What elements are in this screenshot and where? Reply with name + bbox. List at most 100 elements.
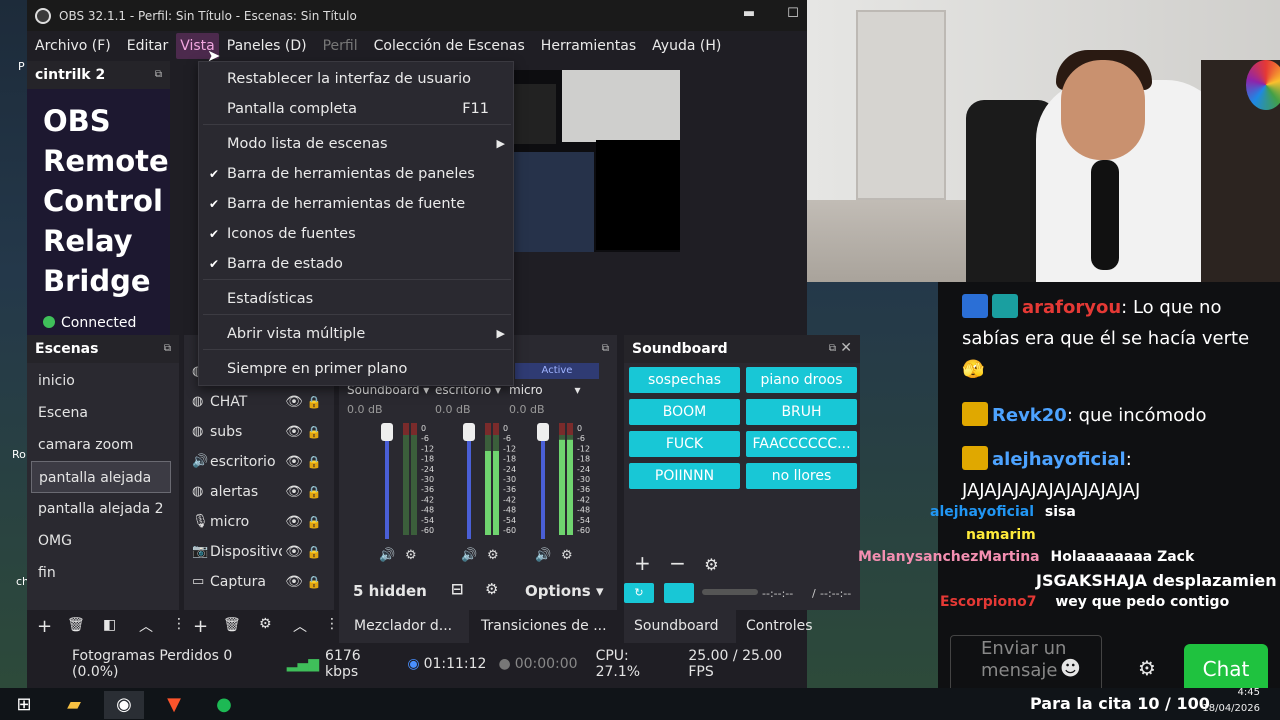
source-item[interactable]: ▭ Captura 👁 🔒	[192, 567, 332, 597]
undock-icon[interactable]: ⧉	[602, 343, 609, 354]
menu-ayuda[interactable]: Ayuda (H)	[644, 38, 729, 54]
add-icon[interactable]: +	[634, 551, 651, 575]
lock-icon[interactable]: 🔒	[306, 567, 322, 597]
gear-icon[interactable]: ⚙	[259, 616, 272, 632]
sound-button[interactable]: BRUH	[746, 399, 857, 425]
remove-icon[interactable]: −	[669, 551, 686, 575]
sound-button[interactable]: BOOM	[629, 399, 740, 425]
more-icon[interactable]: ⋮	[325, 616, 339, 632]
sound-button[interactable]: FAACCCCCC...	[746, 431, 857, 457]
menu-paneles[interactable]: Paneles (D)	[219, 38, 315, 54]
sound-button[interactable]: POIINNN	[629, 463, 740, 489]
add-scene-icon[interactable]: +	[37, 616, 52, 637]
desktop-icon[interactable]: Ro	[12, 448, 26, 461]
refresh-icon[interactable]: ↻	[624, 583, 654, 603]
scene-item[interactable]: fin	[31, 557, 171, 589]
speaker-icon[interactable]: 🔊	[461, 546, 477, 563]
volume-fader[interactable]	[541, 427, 545, 539]
menu-item[interactable]: Restablecer la interfaz de usuario	[199, 64, 515, 94]
gear-icon[interactable]: ⚙	[487, 548, 499, 563]
menu-perfil[interactable]: Perfil	[315, 38, 366, 54]
undock-icon[interactable]: ⧉	[155, 69, 162, 80]
settings-icon[interactable]: ⚙	[485, 580, 498, 598]
more-icon[interactable]: ⋮	[172, 616, 186, 632]
lock-icon[interactable]: 🔒	[306, 387, 322, 417]
lock-icon[interactable]: 🔒	[306, 417, 322, 447]
menu-item[interactable]: Siempre en primer plano	[199, 354, 515, 384]
undock-icon[interactable]: ⧉	[164, 343, 171, 354]
eye-icon[interactable]: 👁	[282, 567, 306, 597]
menu-item[interactable]: Estadísticas	[199, 284, 515, 314]
preview-canvas[interactable]	[486, 70, 680, 252]
scene-item[interactable]: pantalla alejada 2	[31, 493, 171, 525]
obs-taskbar-icon[interactable]: ◉	[104, 691, 144, 719]
sound-button[interactable]: piano droos	[746, 367, 857, 393]
source-item[interactable]: ◍ subs 👁 🔒	[192, 417, 332, 447]
menu-item[interactable]: ✔ Barra de estado	[199, 249, 515, 279]
menu-item[interactable]: Pantalla completa F11	[199, 94, 515, 124]
add-source-icon[interactable]: +	[193, 616, 208, 637]
emoji-icon[interactable]: ☻	[1060, 656, 1081, 680]
scene-item[interactable]: pantalla alejada	[31, 461, 171, 493]
chevron-up-icon[interactable]: ︿	[139, 616, 153, 636]
eye-icon[interactable]: 👁	[282, 417, 306, 447]
file-explorer-icon[interactable]: ▰	[54, 691, 94, 719]
scene-item[interactable]: camara zoom	[31, 429, 171, 461]
chat-send-button[interactable]: Chat	[1184, 644, 1268, 688]
scene-item[interactable]: Escena	[31, 397, 171, 429]
gear-icon[interactable]: ⚙	[405, 548, 417, 563]
seek-slider[interactable]	[702, 589, 758, 595]
tab-soundboard[interactable]: Soundboard	[624, 610, 736, 643]
chevron-up-icon[interactable]: ︿	[293, 616, 307, 636]
menu-item[interactable]: Modo lista de escenas ▶	[199, 129, 515, 159]
lock-icon[interactable]: 🔒	[306, 507, 322, 537]
eye-icon[interactable]: 👁	[282, 477, 306, 507]
tab-controles[interactable]: Controles	[738, 610, 818, 643]
gear-icon[interactable]: ⚙	[704, 555, 718, 574]
filter-icon[interactable]: ◧	[103, 617, 116, 633]
sound-button[interactable]: no llores	[746, 463, 857, 489]
source-item[interactable]: 🔊 escritorio 👁 🔒	[192, 447, 332, 477]
source-item[interactable]: ◍ CHAT 👁 🔒	[192, 387, 332, 417]
sound-button[interactable]: sospechas	[629, 367, 740, 393]
brave-icon[interactable]: ▼	[154, 691, 194, 719]
stop-icon[interactable]	[664, 583, 694, 603]
menu-item[interactable]: ✔ Barra de herramientas de paneles	[199, 159, 515, 189]
sound-button[interactable]: FUCK	[629, 431, 740, 457]
gear-icon[interactable]: ⚙	[1138, 656, 1156, 680]
eye-icon[interactable]: 👁	[282, 447, 306, 477]
menu-item[interactable]: Abrir vista múltiple ▶	[199, 319, 515, 349]
options-button[interactable]: Options ▾	[525, 582, 603, 600]
eye-icon[interactable]: 👁	[282, 537, 306, 567]
desktop-icon[interactable]: P	[18, 60, 25, 73]
windows-start-icon[interactable]: ⊞	[4, 691, 44, 719]
speaker-icon[interactable]: 🔊	[535, 546, 551, 563]
tab-mezclador[interactable]: Mezclador d...	[339, 610, 469, 643]
lock-icon[interactable]: 🔒	[306, 537, 322, 567]
lock-icon[interactable]: 🔒	[306, 447, 322, 477]
menu-archivo[interactable]: Archivo (F)	[27, 38, 119, 54]
tab-transiciones[interactable]: Transiciones de ...	[471, 610, 611, 643]
menu-herramientas[interactable]: Herramientas	[533, 38, 644, 54]
source-item[interactable]: 📷 Dispositivo 👁 🔒	[192, 537, 332, 567]
fader-handle[interactable]	[381, 423, 393, 441]
source-item[interactable]: 🎙 micro 👁 🔒	[192, 507, 332, 537]
fader-handle[interactable]	[463, 423, 475, 441]
trash-icon[interactable]: 🗑	[67, 617, 85, 633]
scene-item[interactable]: OMG	[31, 525, 171, 557]
layout-icon[interactable]: ⊟	[451, 580, 464, 598]
volume-fader[interactable]	[467, 427, 471, 539]
fader-handle[interactable]	[537, 423, 549, 441]
lock-icon[interactable]: 🔒	[306, 477, 322, 507]
volume-fader[interactable]	[385, 427, 389, 539]
trash-icon[interactable]: 🗑	[223, 617, 241, 633]
close-icon[interactable]: ✕	[840, 340, 852, 356]
menu-item[interactable]: ✔ Iconos de fuentes	[199, 219, 515, 249]
eye-icon[interactable]: 👁	[282, 387, 306, 417]
scene-item[interactable]: inicio	[31, 365, 171, 397]
eye-icon[interactable]: 👁	[282, 507, 306, 537]
maximize-button[interactable]: ☐	[783, 6, 803, 24]
speaker-icon[interactable]: 🔊	[379, 546, 395, 563]
source-item[interactable]: ◍ alertas 👁 🔒	[192, 477, 332, 507]
undock-icon[interactable]: ⧉	[829, 343, 836, 354]
